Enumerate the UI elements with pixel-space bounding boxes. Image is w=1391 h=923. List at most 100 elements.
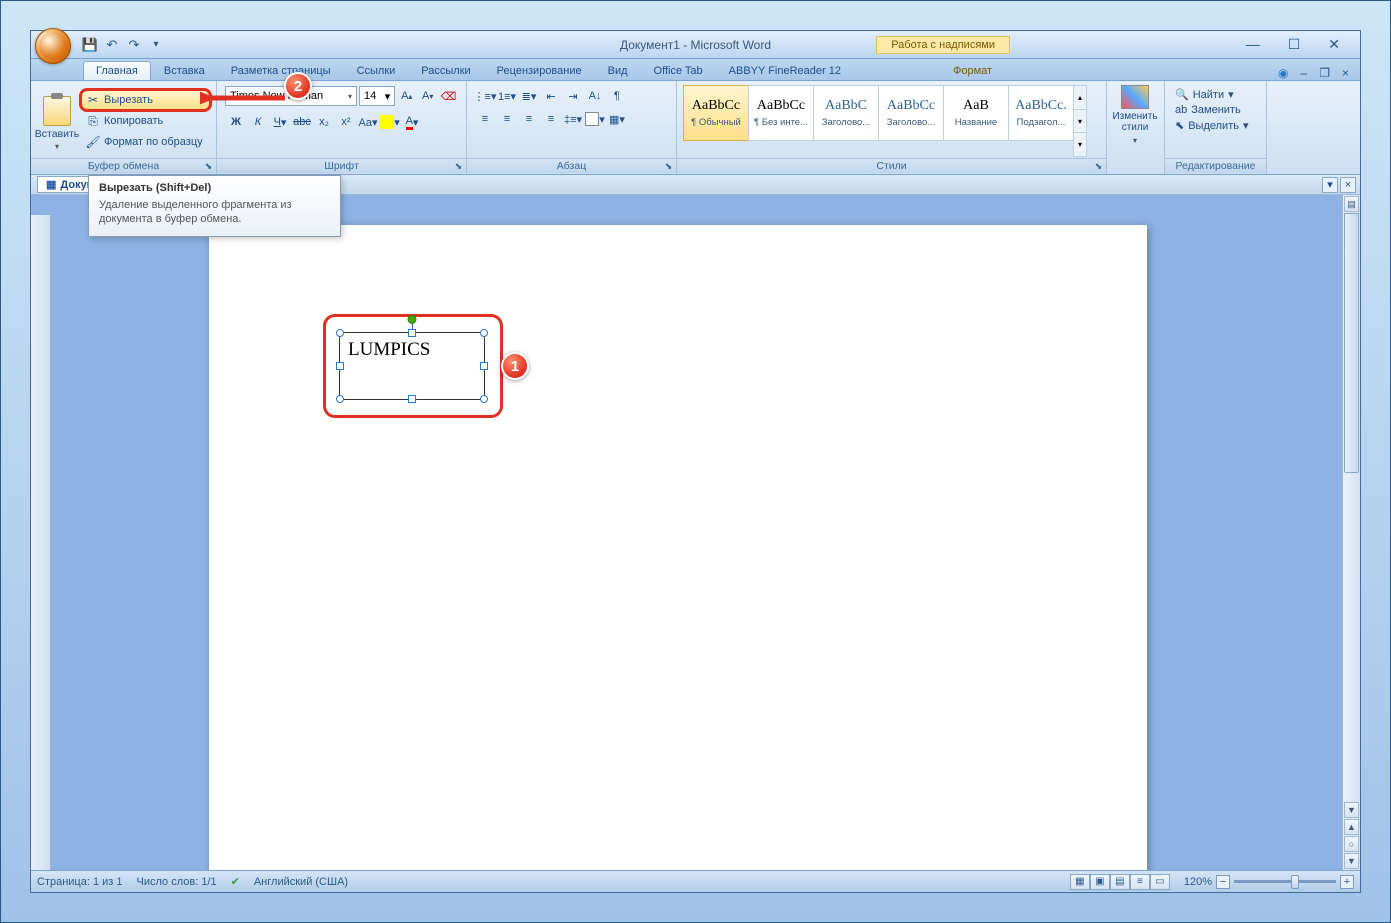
grow-font-button[interactable]: A▴ bbox=[397, 86, 416, 106]
show-marks-button[interactable]: ¶ bbox=[606, 86, 628, 106]
borders-button[interactable]: ▦▾ bbox=[606, 109, 628, 129]
status-language[interactable]: Английский (США) bbox=[254, 876, 348, 888]
help-icon[interactable]: ◉ bbox=[1275, 66, 1291, 80]
style-item-0[interactable]: AaBbCc¶ Обычный bbox=[683, 85, 749, 141]
full-screen-view-button[interactable]: ▣ bbox=[1090, 874, 1110, 890]
underline-button[interactable]: Ч▾ bbox=[269, 112, 291, 132]
subscript-button[interactable]: x₂ bbox=[313, 112, 335, 132]
gallery-down-icon[interactable]: ▾ bbox=[1074, 109, 1086, 133]
increase-indent-button[interactable]: ⇥ bbox=[562, 86, 584, 106]
minimize-button[interactable]: — bbox=[1238, 34, 1268, 55]
paragraph-dialog-launcher[interactable]: ⬊ bbox=[663, 161, 674, 172]
resize-handle-sw[interactable] bbox=[336, 395, 344, 403]
copy-button[interactable]: ⎘ Копировать bbox=[81, 111, 210, 131]
save-icon[interactable]: 💾 bbox=[81, 36, 99, 54]
undo-icon[interactable]: ↶ bbox=[103, 36, 121, 54]
styles-dialog-launcher[interactable]: ⬊ bbox=[1093, 161, 1104, 172]
redo-icon[interactable]: ↷ bbox=[125, 36, 143, 54]
tab-insert[interactable]: Вставка bbox=[151, 61, 218, 80]
qat-dropdown-icon[interactable]: ▾ bbox=[147, 36, 165, 54]
zoom-out-button[interactable]: − bbox=[1216, 875, 1230, 889]
gallery-up-icon[interactable]: ▴ bbox=[1074, 86, 1086, 109]
line-spacing-button[interactable]: ‡≡▾ bbox=[562, 109, 584, 129]
draft-view-button[interactable]: ▭ bbox=[1150, 874, 1170, 890]
print-layout-view-button[interactable]: ▦ bbox=[1070, 874, 1090, 890]
resize-handle-n[interactable] bbox=[408, 329, 416, 337]
resize-handle-se[interactable] bbox=[480, 395, 488, 403]
browse-object-icon[interactable]: ○ bbox=[1344, 836, 1359, 852]
highlight-button[interactable]: ▾ bbox=[379, 112, 401, 132]
zoom-value[interactable]: 120% bbox=[1184, 876, 1212, 888]
style-item-1[interactable]: AaBbCc¶ Без инте... bbox=[748, 85, 814, 141]
tab-references[interactable]: Ссылки bbox=[344, 61, 409, 80]
align-left-button[interactable]: ≡ bbox=[474, 109, 496, 129]
mdi-minimize-icon[interactable]: – bbox=[1298, 66, 1311, 80]
style-item-3[interactable]: AaBbCcЗаголово... bbox=[878, 85, 944, 141]
vertical-scrollbar[interactable]: ▤ ▲ ▼ ▲ ○ ▼ bbox=[1342, 195, 1360, 870]
sort-button[interactable]: A↓ bbox=[584, 86, 606, 106]
mdi-restore-icon[interactable]: ❐ bbox=[1316, 66, 1333, 80]
scroll-down-icon[interactable]: ▼ bbox=[1344, 802, 1359, 818]
rotation-handle[interactable] bbox=[408, 315, 417, 324]
tab-page-layout[interactable]: Разметка страницы bbox=[218, 61, 344, 80]
strikethrough-button[interactable]: abc bbox=[291, 112, 313, 132]
justify-button[interactable]: ≡ bbox=[540, 109, 562, 129]
tab-dropdown-button[interactable]: ▾ bbox=[1322, 177, 1338, 193]
tab-mailings[interactable]: Рассылки bbox=[408, 61, 483, 80]
office-button[interactable] bbox=[35, 28, 71, 64]
scroll-thumb[interactable] bbox=[1344, 213, 1359, 473]
multilevel-list-button[interactable]: ≣▾ bbox=[518, 86, 540, 106]
tab-office-tab[interactable]: Office Tab bbox=[641, 61, 716, 80]
next-page-icon[interactable]: ▼ bbox=[1344, 853, 1359, 869]
font-dialog-launcher[interactable]: ⬊ bbox=[453, 161, 464, 172]
decrease-indent-button[interactable]: ⇤ bbox=[540, 86, 562, 106]
find-button[interactable]: 🔍 Найти▾ bbox=[1173, 87, 1258, 102]
document-page[interactable]: LUMPICS 1 bbox=[209, 225, 1147, 870]
tab-home[interactable]: Главная bbox=[83, 61, 151, 80]
mdi-close-icon[interactable]: × bbox=[1339, 66, 1352, 80]
ruler-toggle-icon[interactable]: ▤ bbox=[1344, 196, 1359, 212]
status-words[interactable]: Число слов: 1/1 bbox=[137, 876, 217, 888]
shrink-font-button[interactable]: A▾ bbox=[418, 86, 437, 106]
resize-handle-ne[interactable] bbox=[480, 329, 488, 337]
style-item-5[interactable]: AaBbCc.Подзагол... bbox=[1008, 85, 1074, 141]
change-styles-button[interactable]: Изменить стили ▾ bbox=[1111, 83, 1159, 148]
tab-review[interactable]: Рецензирование bbox=[484, 61, 595, 80]
close-button[interactable]: ✕ bbox=[1320, 34, 1348, 55]
change-case-button[interactable]: Aa▾ bbox=[357, 112, 379, 132]
shading-button[interactable]: ▾ bbox=[584, 109, 606, 129]
tab-abbyy[interactable]: ABBYY FineReader 12 bbox=[716, 61, 854, 80]
zoom-in-button[interactable]: + bbox=[1340, 875, 1354, 889]
vertical-ruler[interactable] bbox=[31, 215, 51, 870]
font-size-combo[interactable]: 14 ▾ bbox=[359, 86, 395, 106]
replace-button[interactable]: ab Заменить bbox=[1173, 103, 1258, 117]
web-layout-view-button[interactable]: ▤ bbox=[1110, 874, 1130, 890]
resize-handle-s[interactable] bbox=[408, 395, 416, 403]
tab-format[interactable]: Формат bbox=[940, 61, 1005, 80]
clear-formatting-button[interactable]: ⌫ bbox=[439, 86, 458, 106]
tab-view[interactable]: Вид bbox=[595, 61, 641, 80]
select-button[interactable]: ⬉ Выделить▾ bbox=[1173, 118, 1258, 133]
align-right-button[interactable]: ≡ bbox=[518, 109, 540, 129]
resize-handle-w[interactable] bbox=[336, 362, 344, 370]
zoom-slider[interactable] bbox=[1234, 880, 1336, 883]
text-box-content[interactable]: LUMPICS bbox=[340, 333, 484, 367]
proofing-icon[interactable]: ✔ bbox=[231, 875, 240, 888]
resize-handle-e[interactable] bbox=[480, 362, 488, 370]
prev-page-icon[interactable]: ▲ bbox=[1344, 819, 1359, 835]
bold-button[interactable]: Ж bbox=[225, 112, 247, 132]
tab-close-button[interactable]: × bbox=[1340, 177, 1356, 193]
italic-button[interactable]: К bbox=[247, 112, 269, 132]
numbering-button[interactable]: 1≡▾ bbox=[496, 86, 518, 106]
resize-handle-nw[interactable] bbox=[336, 329, 344, 337]
outline-view-button[interactable]: ≡ bbox=[1130, 874, 1150, 890]
align-center-button[interactable]: ≡ bbox=[496, 109, 518, 129]
text-box[interactable]: LUMPICS bbox=[339, 332, 485, 400]
style-item-4[interactable]: AaBНазвание bbox=[943, 85, 1009, 141]
maximize-button[interactable]: ☐ bbox=[1280, 34, 1309, 55]
format-painter-button[interactable]: 🖌 Формат по образцу bbox=[81, 132, 210, 152]
style-item-2[interactable]: AaBbCЗаголово... bbox=[813, 85, 879, 141]
clipboard-dialog-launcher[interactable]: ⬊ bbox=[203, 161, 214, 172]
font-color-button[interactable]: A▾ bbox=[401, 112, 423, 132]
zoom-thumb[interactable] bbox=[1291, 875, 1299, 889]
